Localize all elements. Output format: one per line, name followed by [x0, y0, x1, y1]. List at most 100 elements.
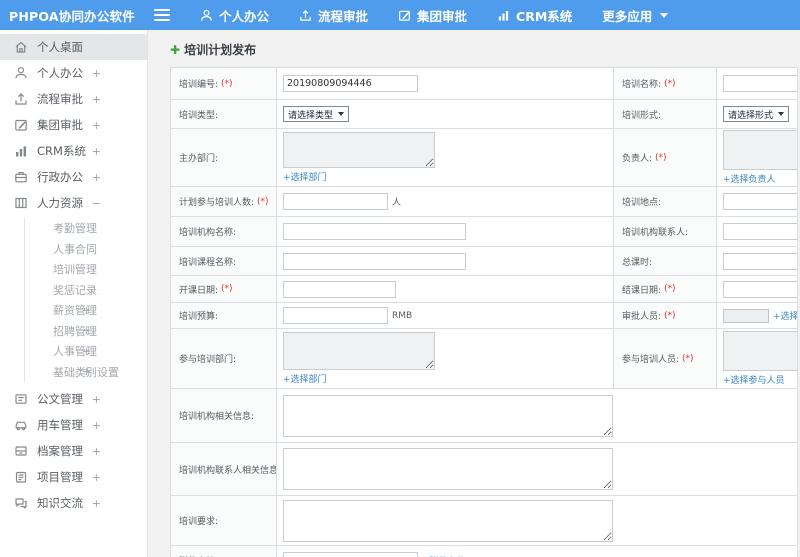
expand-plus-icon[interactable]: + — [92, 171, 101, 184]
form-row: 主办部门: +选择部门 负责人: (*) +选择负责人 — [171, 129, 798, 187]
select-approver-link[interactable]: +选择审批人员 — [773, 309, 797, 322]
org-contact-info-textarea[interactable] — [283, 448, 613, 490]
expand-plus-icon[interactable]: + — [92, 119, 101, 132]
topnav-crm-system[interactable]: CRM系统 — [497, 6, 572, 25]
expand-plus-icon[interactable]: + — [82, 365, 91, 378]
expand-plus-icon[interactable]: + — [92, 497, 101, 510]
join-depts-textarea[interactable] — [283, 332, 435, 370]
training-name-input[interactable] — [723, 75, 797, 92]
main-content: ✚ 培训计划发布 培训编号:(*) 培训名称:(*) 培训类型: 请选择类型 培… — [148, 30, 800, 557]
expand-plus-icon[interactable]: + — [92, 445, 101, 458]
hamburger-menu-icon[interactable] — [154, 9, 170, 21]
leader-textarea[interactable] — [723, 130, 797, 170]
sidebar-item-project-mgmt[interactable]: 项目管理 + — [0, 464, 147, 490]
form-row: 培训机构名称: 培训机构联系人: — [171, 217, 798, 247]
top-bar: PHPOA协同办公软件 个人办公 流程审批 集团审批 CRM系统 更多应用 — [0, 0, 800, 30]
archive-icon — [14, 444, 28, 458]
chat-icon — [14, 496, 28, 510]
end-date-input[interactable] — [723, 280, 797, 298]
briefcase-icon — [14, 170, 28, 184]
sidebar-subitem-training[interactable]: 培训管理 — [25, 259, 147, 280]
expand-plus-icon[interactable]: + — [92, 471, 101, 484]
sidebar-subitem-personnel[interactable]: 人事管理 + — [25, 341, 147, 362]
org-contact-input[interactable] — [723, 223, 797, 240]
requirements-textarea[interactable] — [283, 499, 613, 542]
expand-plus-icon[interactable]: + — [82, 304, 91, 317]
sidebar-item-group-approval[interactable]: 集团审批 + — [0, 112, 147, 138]
sidebar-item-crm-system[interactable]: CRM系统 + — [0, 138, 147, 164]
sidebar-subitem-hr-contract[interactable]: 人事合同 — [25, 239, 147, 260]
form-row: 培训编号:(*) 培训名称:(*) — [171, 68, 798, 100]
org-contact-label: 培训机构联系人: — [614, 217, 717, 247]
expand-plus-icon[interactable]: + — [92, 93, 101, 106]
expand-plus-icon[interactable]: + — [92, 145, 101, 158]
select-dept-link[interactable]: +选择部门 — [283, 372, 327, 385]
total-hours-input[interactable] — [723, 252, 797, 270]
form-row: 培训类型: 请选择类型 培训形式: 请选择形式 — [171, 100, 798, 129]
edit-icon — [398, 9, 411, 22]
sidebar-item-official-docs[interactable]: 公文管理 + — [0, 386, 147, 412]
topnav-group-approval[interactable]: 集团审批 — [398, 6, 467, 25]
page-title: ✚ 培训计划发布 — [170, 42, 257, 57]
join-people-textarea[interactable] — [723, 331, 797, 371]
sidebar-subitem-recruitment[interactable]: 招聘管理 + — [25, 321, 147, 342]
collapse-minus-icon[interactable]: − — [92, 197, 101, 210]
sidebar-item-personal-desktop[interactable]: 个人桌面 — [0, 34, 147, 60]
expand-plus-icon[interactable]: + — [82, 345, 91, 358]
topnav-workflow-approval[interactable]: 流程审批 — [299, 6, 368, 25]
expand-plus-icon[interactable]: + — [82, 324, 91, 337]
sidebar-subitem-attendance[interactable]: 考勤管理 — [25, 218, 147, 239]
planned-count-label: 计划参与培训人数: (*) — [171, 187, 277, 217]
select-participants-link[interactable]: +选择参与人员 — [723, 373, 785, 386]
sidebar-item-vehicle-mgmt[interactable]: 用车管理 + — [0, 412, 147, 438]
location-label: 培训地点: — [614, 187, 717, 217]
sidebar: 个人桌面 个人办公 + 流程审批 + 集团审批 + CRM系统 + 行政办公 +… — [0, 30, 148, 557]
training-form-select[interactable]: 请选择形式 — [723, 106, 790, 122]
training-name-label: 培训名称: (*) — [614, 68, 717, 100]
select-leader-link[interactable]: +选择负责人 — [723, 172, 776, 185]
training-form-label: 培训形式: — [614, 100, 717, 129]
car-icon — [14, 418, 28, 432]
topnav-personal-office[interactable]: 个人办公 — [200, 6, 269, 25]
host-dept-textarea[interactable] — [283, 132, 435, 168]
training-plan-form: 培训编号:(*) 培训名称:(*) 培训类型: 请选择类型 培训形式: 请选择形… — [170, 67, 798, 557]
select-dept-link[interactable]: +选择部门 — [283, 170, 327, 183]
sidebar-item-admin-office[interactable]: 行政办公 + — [0, 164, 147, 190]
location-input[interactable] — [723, 193, 797, 210]
course-name-input[interactable] — [283, 252, 466, 270]
start-date-input[interactable] — [283, 280, 396, 298]
topnav-more-apps[interactable]: 更多应用 — [602, 6, 669, 25]
sidebar-item-archive-mgmt[interactable]: 档案管理 + — [0, 438, 147, 464]
form-row: 培训机构相关信息: — [171, 389, 798, 443]
planned-count-input[interactable] — [283, 193, 388, 210]
join-depts-label: 参与培训部门: — [171, 329, 277, 389]
sidebar-subitem-salary[interactable]: 薪资管理 + — [25, 300, 147, 321]
training-type-select[interactable]: 请选择类型 — [283, 106, 350, 122]
edit-icon — [14, 118, 28, 132]
sidebar-item-knowledge-exchange[interactable]: 知识交流 + — [0, 490, 147, 516]
sidebar-item-personal-office[interactable]: 个人办公 + — [0, 60, 147, 86]
sidebar-subitem-rewards[interactable]: 奖惩记录 — [25, 280, 147, 301]
attachment-input[interactable] — [283, 552, 418, 557]
sidebar-item-workflow-approval[interactable]: 流程审批 + — [0, 86, 147, 112]
approver-box[interactable] — [723, 308, 769, 323]
attachment-label: 附件文档: — [171, 546, 277, 557]
form-row: 附件文档: +附件上传 — [171, 546, 798, 557]
caret-down-icon — [338, 112, 345, 116]
app-logo: PHPOA协同办公软件 — [9, 8, 135, 24]
org-info-textarea[interactable] — [283, 394, 613, 437]
training-no-input[interactable] — [283, 75, 418, 92]
sidebar-item-human-resources[interactable]: 人力资源 − — [0, 190, 147, 216]
sidebar-subitem-base-category[interactable]: 基础类别设置 + — [25, 362, 147, 383]
form-row: 培训预算: RMB 审批人员:(*) +选择审批人员 — [171, 303, 798, 329]
hr-submenu: 考勤管理 人事合同 培训管理 奖惩记录 薪资管理 + 招聘管理 + 人事管理 + 基础… — [24, 218, 147, 382]
expand-plus-icon[interactable]: + — [92, 419, 101, 432]
clipboard-icon — [14, 470, 28, 484]
org-name-input[interactable] — [283, 223, 466, 240]
budget-input[interactable] — [283, 307, 388, 324]
expand-plus-icon[interactable]: + — [92, 67, 101, 80]
expand-plus-icon[interactable]: + — [92, 393, 101, 406]
form-row: 培训课程名称: 总课时: — [171, 247, 798, 276]
upload-icon — [14, 92, 28, 106]
course-name-label: 培训课程名称: — [171, 247, 277, 276]
